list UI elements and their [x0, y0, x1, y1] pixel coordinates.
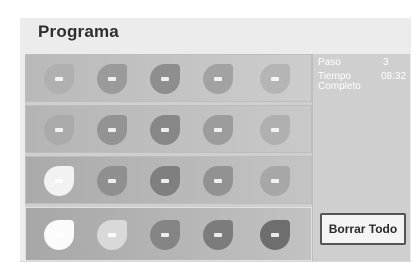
turbine-segment-icon[interactable]: [198, 113, 238, 147]
turbine-segment-icon[interactable]: [255, 62, 295, 96]
program-row-1[interactable]: [25, 54, 312, 102]
program-panel: Programa Paso 3 Tiempo Completo 08:32 Bo…: [20, 18, 411, 262]
clear-all-button[interactable]: Borrar Todo: [320, 213, 406, 245]
turbine-segment-icon[interactable]: [39, 218, 79, 252]
turbine-segment-icon[interactable]: [198, 164, 238, 198]
turbine-segment-icon[interactable]: [145, 62, 185, 96]
turbine-segment-icon[interactable]: [198, 62, 238, 96]
turbine-segment-icon[interactable]: [39, 62, 79, 96]
turbine-segment-icon[interactable]: [145, 164, 185, 198]
turbine-segment-icon[interactable]: [198, 218, 238, 252]
program-row-4-selected[interactable]: [25, 207, 312, 261]
turbine-segment-icon[interactable]: [255, 164, 295, 198]
turbine-segment-icon[interactable]: [92, 62, 132, 96]
total-time-label-line2: Completo: [318, 81, 361, 92]
turbine-segment-icon[interactable]: [92, 164, 132, 198]
panel-title: Programa: [38, 22, 119, 41]
total-time-value: 08:32: [381, 71, 407, 82]
turbine-segment-icon[interactable]: [255, 113, 295, 147]
step-info-panel: Paso 3 Tiempo Completo 08:32 Borrar Todo: [312, 54, 410, 261]
step-label: Paso: [318, 57, 341, 68]
turbine-segment-icon[interactable]: [39, 164, 79, 198]
program-row-3[interactable]: [25, 156, 312, 204]
turbine-segment-icon[interactable]: [39, 113, 79, 147]
program-row-2[interactable]: [25, 105, 312, 153]
turbine-segment-icon[interactable]: [92, 218, 132, 252]
step-value: 3: [383, 57, 389, 68]
turbine-segment-icon[interactable]: [145, 113, 185, 147]
turbine-segment-icon[interactable]: [255, 218, 295, 252]
program-grid: [25, 54, 312, 261]
turbine-segment-icon[interactable]: [92, 113, 132, 147]
turbine-segment-icon[interactable]: [145, 218, 185, 252]
